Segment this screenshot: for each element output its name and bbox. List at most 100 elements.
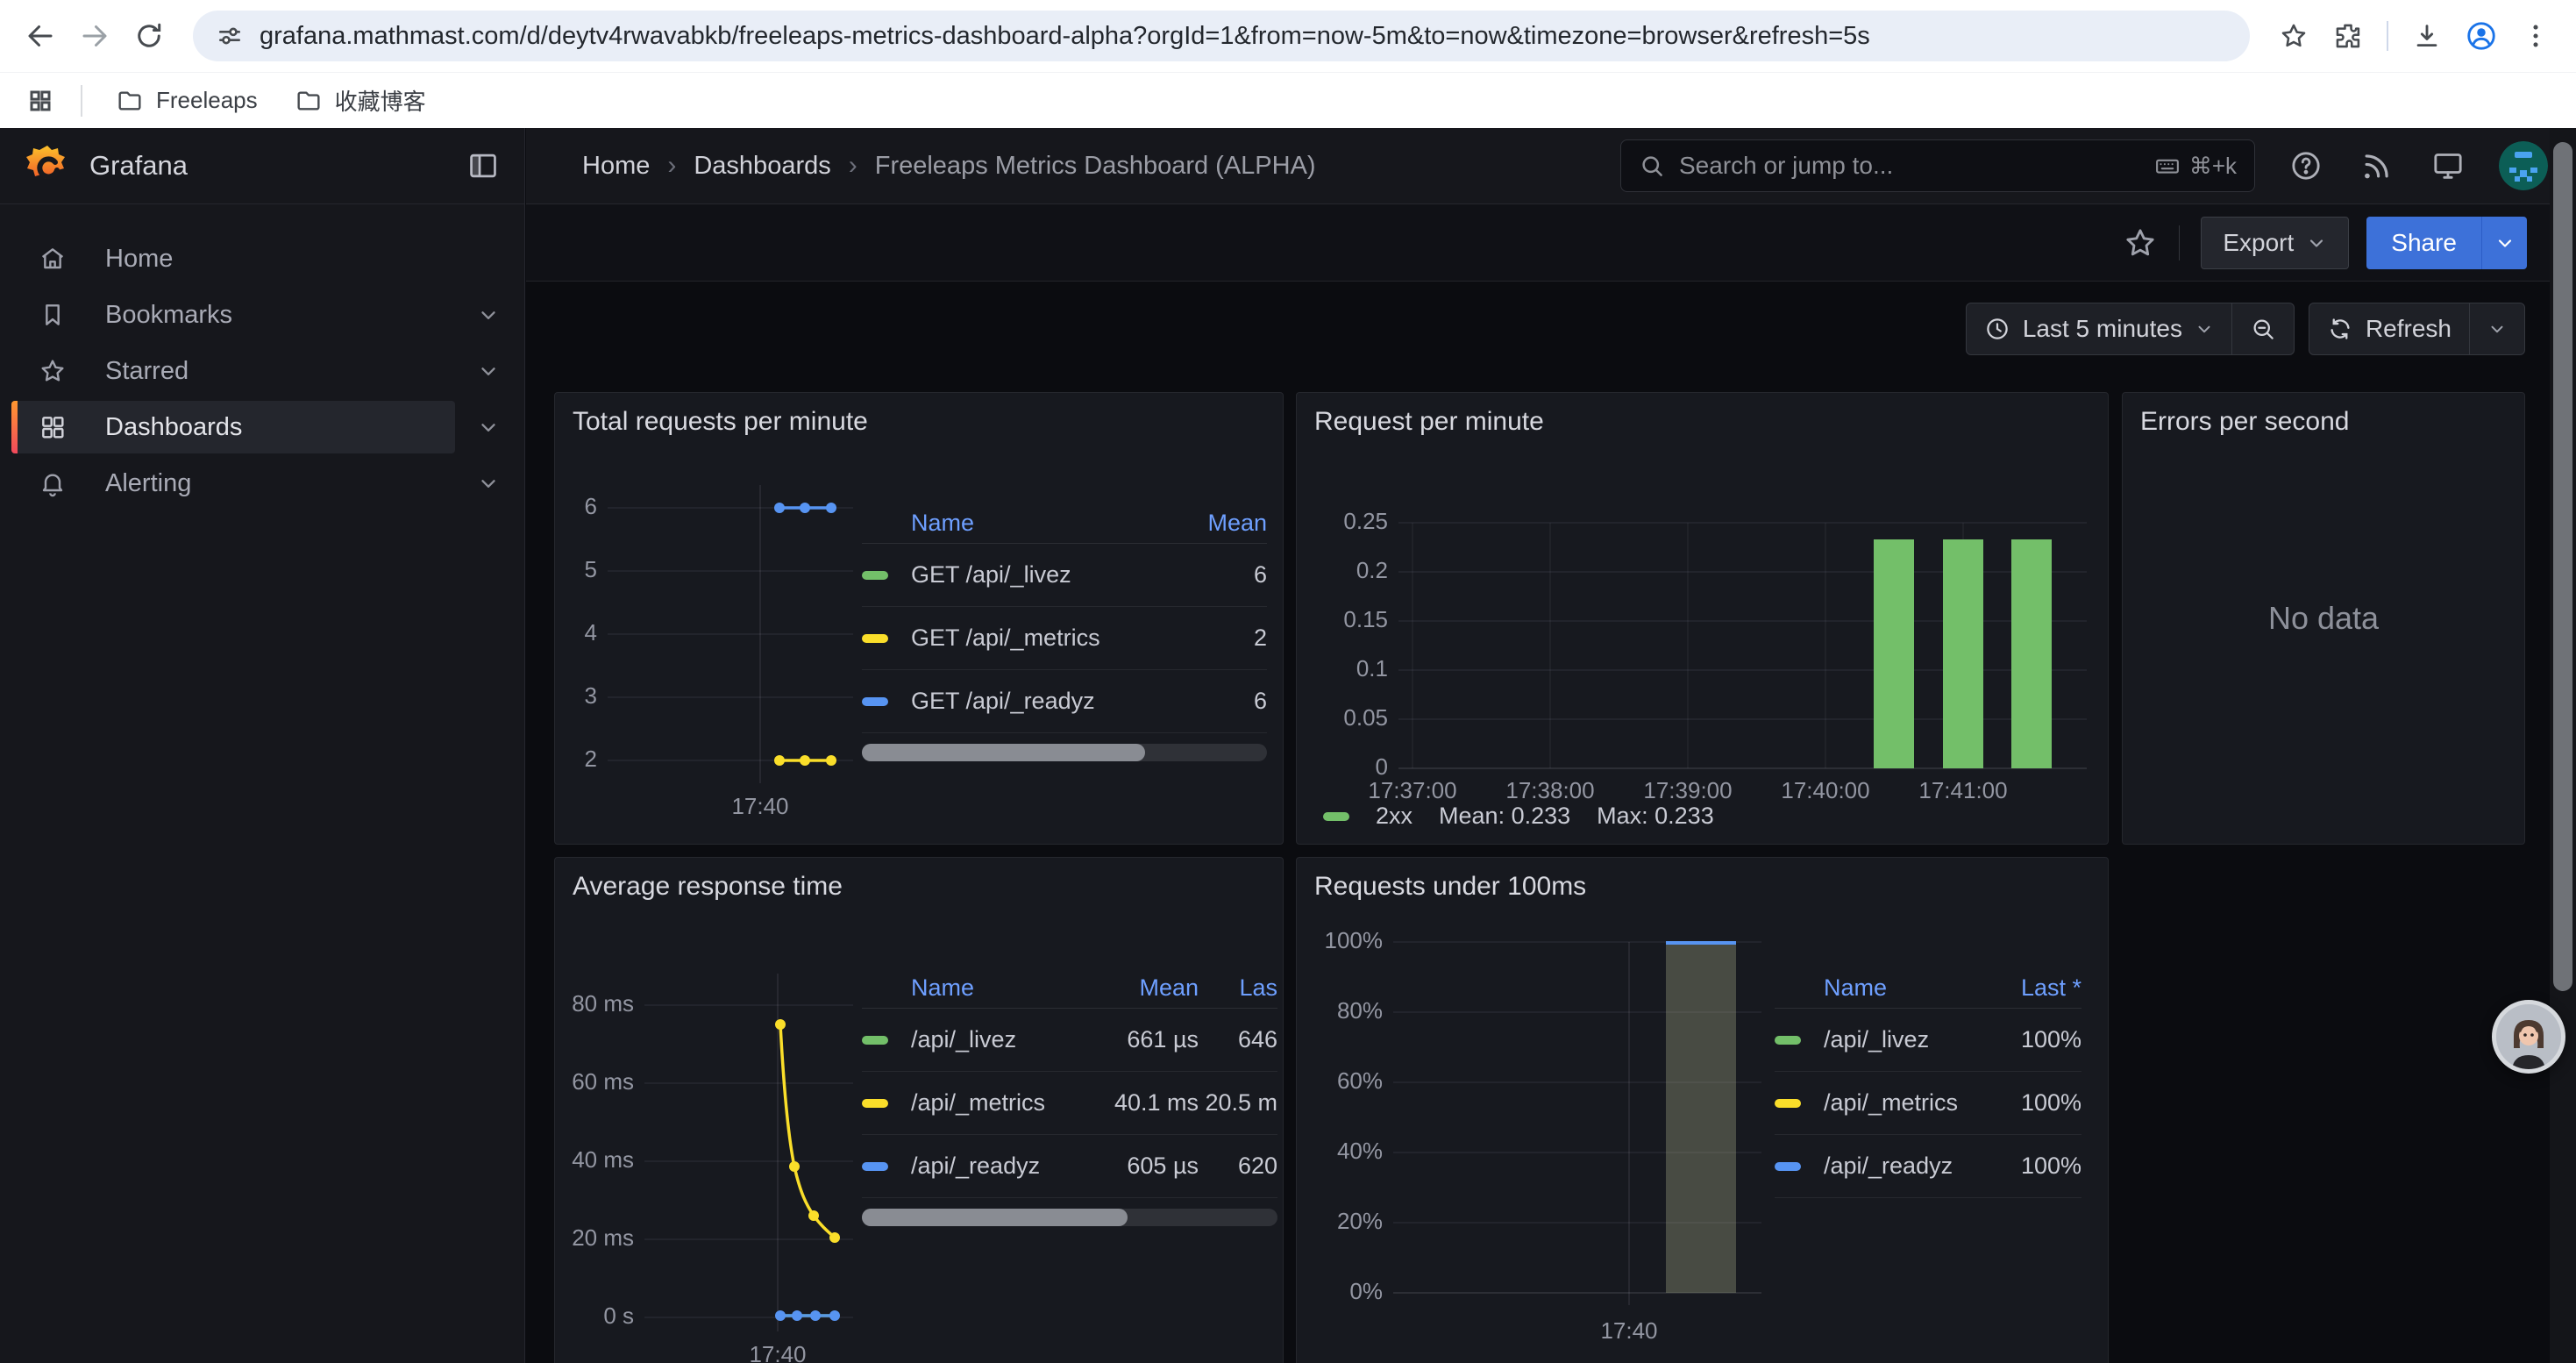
url-text[interactable]: grafana.mathmast.com/d/deytv4rwavabkb/fr… <box>260 22 1870 51</box>
series-name[interactable]: 2xx <box>1376 803 1413 830</box>
legend-row[interactable]: GET /api/_livez 6 <box>862 544 1267 607</box>
y-tick: 40% <box>1337 1138 1383 1164</box>
monitor-icon[interactable] <box>2428 146 2468 186</box>
site-settings-icon[interactable] <box>216 22 244 50</box>
panel-title[interactable]: Request per minute <box>1314 407 1544 437</box>
panel-request-per-minute[interactable]: Request per minute 0.25 0.2 0.15 <box>1296 392 2109 845</box>
downloads-icon[interactable] <box>2404 13 2450 59</box>
folder-icon <box>116 87 144 115</box>
keyboard-shortcut: ⌘+k <box>2154 153 2237 180</box>
series-name[interactable]: /api/_metrics <box>1824 1089 1958 1117</box>
legend-row[interactable]: /api/_readyz 605 µs 620 <box>862 1135 1277 1198</box>
share-button[interactable]: Share <box>2366 217 2481 269</box>
panel-total-requests[interactable]: Total requests per minute 6 5 4 3 2 17:4… <box>554 392 1284 845</box>
breadcrumb-home[interactable]: Home <box>582 152 650 181</box>
search-bar[interactable]: ⌘+k <box>1620 139 2255 192</box>
chevron-down-icon <box>2487 319 2507 339</box>
legend-row[interactable]: /api/_metrics 40.1 ms 20.5 m <box>862 1072 1277 1135</box>
bookmark-star-icon[interactable] <box>2271 13 2316 59</box>
legend-col-mean[interactable]: Mean <box>1076 974 1199 1002</box>
refresh-button[interactable]: Refresh <box>2309 303 2469 354</box>
address-bar[interactable]: grafana.mathmast.com/d/deytv4rwavabkb/fr… <box>193 11 2250 61</box>
series-color-dash <box>1775 1099 1801 1108</box>
bookmark-folder-freeleaps[interactable]: Freeleaps <box>103 82 270 120</box>
back-icon[interactable] <box>18 13 63 59</box>
legend-row[interactable]: /api/_livez 661 µs 646 <box>862 1009 1277 1072</box>
sidebar-item-home[interactable]: Home <box>0 232 524 285</box>
export-button[interactable]: Export <box>2201 217 2349 269</box>
scrollbar-thumb[interactable] <box>2553 142 2572 991</box>
chevron-down-icon[interactable] <box>477 360 500 382</box>
legend-header: Name Mean Las <box>862 968 1277 1009</box>
apps-grid-icon <box>39 413 67 441</box>
panel-title[interactable]: Requests under 100ms <box>1314 872 1586 902</box>
chevron-down-icon[interactable] <box>477 303 500 326</box>
bookmark-icon <box>39 301 67 329</box>
legend-col-last[interactable]: Last * <box>1968 974 2081 1002</box>
extensions-icon[interactable] <box>2325 13 2371 59</box>
legend-col-name[interactable]: Name <box>862 974 1076 1002</box>
series-name[interactable]: GET /api/_livez <box>911 561 1071 589</box>
sidebar-item-dashboards[interactable]: Dashboards <box>0 401 524 453</box>
series-name[interactable]: /api/_metrics <box>911 1089 1045 1117</box>
series-name[interactable]: /api/_readyz <box>911 1152 1040 1180</box>
y-tick: 0 s <box>603 1302 634 1329</box>
floating-assistant-avatar[interactable] <box>2492 1000 2565 1074</box>
sidebar-item-label: Bookmarks <box>105 301 232 330</box>
breadcrumb-dashboards[interactable]: Dashboards <box>694 152 830 181</box>
series-metrics-line <box>774 755 836 766</box>
time-range-picker[interactable]: Last 5 minutes <box>1967 303 2231 354</box>
series-area-fill <box>1666 943 1736 1293</box>
user-avatar[interactable] <box>2499 141 2548 190</box>
legend-row[interactable]: /api/_livez 100% <box>1775 1009 2081 1072</box>
legend-row[interactable]: /api/_metrics 100% <box>1775 1072 2081 1135</box>
zoom-out-button[interactable] <box>2232 303 2294 354</box>
sidebar-item-starred[interactable]: Starred <box>0 345 524 397</box>
reload-icon[interactable] <box>126 13 172 59</box>
legend-col-name[interactable]: Name <box>1775 974 1968 1002</box>
profile-icon[interactable] <box>2459 13 2504 59</box>
chevron-down-icon[interactable] <box>477 416 500 439</box>
apps-grid-icon[interactable] <box>21 82 60 120</box>
legend-scrollbar[interactable] <box>862 1209 1277 1226</box>
legend-row[interactable]: /api/_readyz 100% <box>1775 1135 2081 1198</box>
forward-icon[interactable] <box>72 13 117 59</box>
panel-avg-response-time[interactable]: Average response time 80 ms 60 ms 40 ms … <box>554 857 1284 1363</box>
chevron-down-icon[interactable] <box>477 472 500 495</box>
brand-name[interactable]: Grafana <box>89 150 188 182</box>
help-icon[interactable] <box>2286 146 2326 186</box>
browser-menu-icon[interactable] <box>2513 13 2558 59</box>
series-name[interactable]: /api/_readyz <box>1824 1152 1953 1180</box>
series-mean: 661 µs <box>1076 1026 1199 1053</box>
y-tick: 4 <box>585 619 597 646</box>
legend-row[interactable]: GET /api/_metrics 2 <box>862 607 1267 670</box>
y-tick: 5 <box>585 556 597 582</box>
share-menu-button[interactable] <box>2481 217 2527 269</box>
panel-requests-under-100ms[interactable]: Requests under 100ms 100% 80% 60% 40% 20… <box>1296 857 2109 1363</box>
sidebar-item-alerting[interactable]: Alerting <box>0 457 524 510</box>
legend-col-mean[interactable]: Mean <box>1162 510 1267 537</box>
page-scrollbar[interactable] <box>2550 128 2576 1363</box>
panel-title[interactable]: Average response time <box>573 872 843 902</box>
search-input[interactable] <box>1679 152 2140 180</box>
series-name[interactable]: /api/_livez <box>1824 1026 1929 1053</box>
legend-row[interactable]: GET /api/_readyz 6 <box>862 670 1267 733</box>
dock-menu-icon[interactable] <box>466 149 500 182</box>
refresh-interval-button[interactable] <box>2470 303 2524 354</box>
series-color-dash <box>862 634 888 643</box>
news-rss-icon[interactable] <box>2357 146 2397 186</box>
legend-scrollbar[interactable] <box>862 744 1267 761</box>
favorite-star-icon[interactable] <box>2123 225 2158 260</box>
series-name[interactable]: /api/_livez <box>911 1026 1016 1053</box>
sidebar-item-bookmarks[interactable]: Bookmarks <box>0 289 524 341</box>
series-last: 100% <box>1968 1089 2081 1117</box>
legend-col-name[interactable]: Name <box>862 510 1162 537</box>
series-name[interactable]: GET /api/_readyz <box>911 688 1095 715</box>
series-name[interactable]: GET /api/_metrics <box>911 624 1100 652</box>
legend-col-last[interactable]: Las <box>1199 974 1277 1002</box>
panel-title[interactable]: Total requests per minute <box>573 407 868 437</box>
bookmarks-bar: Freeleaps 收藏博客 <box>0 72 2576 128</box>
bookmark-folder-blogs[interactable]: 收藏博客 <box>282 79 438 122</box>
panel-errors-per-second[interactable]: Errors per second No data <box>2122 392 2525 845</box>
series-mean: 2 <box>1162 624 1267 652</box>
